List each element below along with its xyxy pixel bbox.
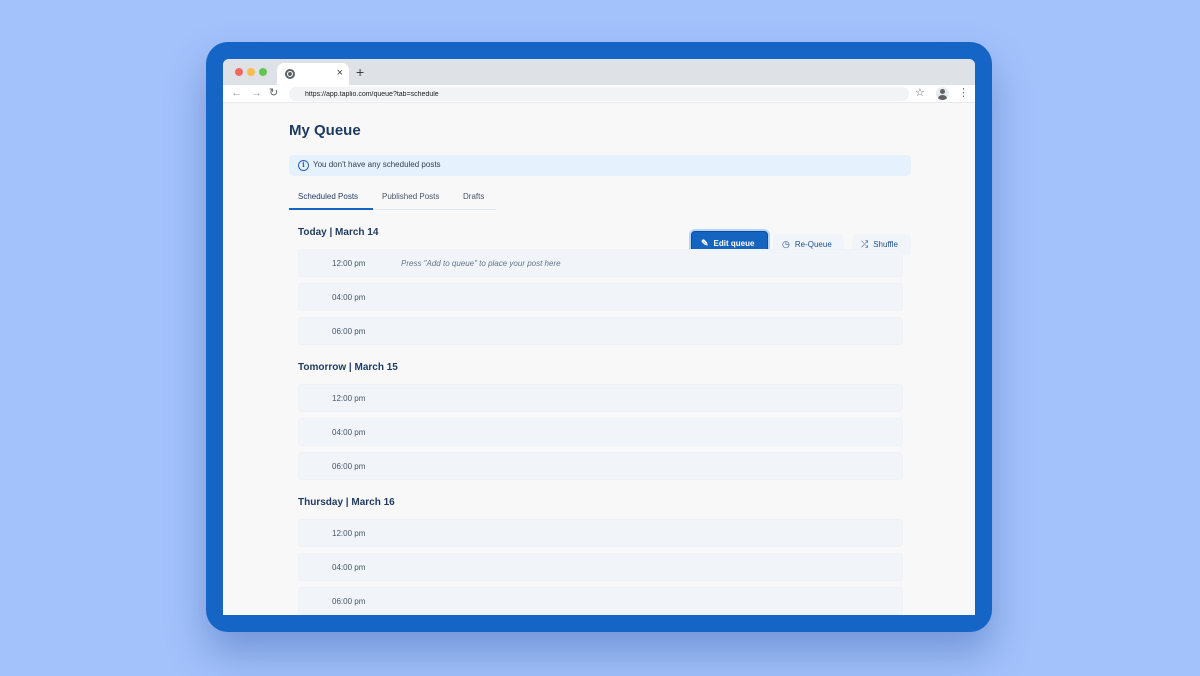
time-slot[interactable]: 04:00 pm [298,418,903,446]
back-arrow-icon[interactable]: ← [231,87,242,100]
new-tab-button[interactable]: + [356,64,364,80]
time-slot[interactable]: 12:00 pm [298,519,903,547]
browser-toolbar: ← → ↻ ☆ ⋮ [223,85,975,103]
shuffle-icon: ⤮ [861,239,869,249]
window-close-button[interactable] [235,68,243,76]
time-slot[interactable]: 04:00 pm [298,283,903,311]
info-icon: i [298,160,309,171]
edit-icon: ✎ [701,237,709,248]
page-content: My Queue i You don't have any scheduled … [223,103,975,615]
slot-time: 12:00 pm [332,529,366,538]
chrome-favicon-icon [285,69,295,79]
time-slot[interactable]: 12:00 pm Press "Add to queue" to place y… [298,249,903,277]
time-slot[interactable]: 06:00 pm [298,587,903,615]
browser-tab[interactable]: × [277,63,349,85]
time-slot[interactable]: 06:00 pm [298,317,903,345]
day-title-today: Today | March 14 [298,227,379,238]
star-icon[interactable]: ☆ [915,86,925,100]
window-minimize-button[interactable] [247,68,255,76]
empty-queue-notice: i You don't have any scheduled posts [289,155,911,176]
day-title-tomorrow: Tomorrow | March 15 [298,362,398,373]
tab-published-posts[interactable]: Published Posts [382,192,439,201]
time-slot[interactable]: 04:00 pm [298,553,903,581]
requeue-label: Re-Queue [794,240,832,249]
slot-time: 04:00 pm [332,293,366,302]
queue-tabs: Scheduled Posts Published Posts Drafts [289,188,496,210]
browser-tab-bar: × + [223,59,975,85]
slot-time: 04:00 pm [332,428,366,437]
shuffle-label: Shuffle [873,240,898,249]
tab-close-icon[interactable]: × [337,66,343,80]
tab-scheduled-posts[interactable]: Scheduled Posts [298,192,358,201]
kebab-menu-icon[interactable]: ⋮ [958,86,969,100]
edit-queue-label: Edit queue [713,238,755,248]
notice-text: You don't have any scheduled posts [313,160,441,169]
profile-icon[interactable] [936,87,949,100]
slot-time: 06:00 pm [332,327,366,336]
tab-drafts[interactable]: Drafts [463,192,484,201]
requeue-icon: ◷ [782,239,790,249]
forward-arrow-icon[interactable]: → [251,87,262,100]
slot-time: 04:00 pm [332,563,366,572]
slot-time: 06:00 pm [332,462,366,471]
slot-time: 06:00 pm [332,597,366,606]
address-bar[interactable] [289,87,909,101]
page-title: My Queue [289,122,361,139]
time-slot[interactable]: 06:00 pm [298,452,903,480]
slot-time: 12:00 pm [332,394,366,403]
slot-time: 12:00 pm [332,259,366,268]
slot-hint: Press "Add to queue" to place your post … [401,259,561,268]
reload-icon[interactable]: ↻ [269,87,278,100]
day-title-thursday: Thursday | March 16 [298,497,395,508]
active-tab-indicator [289,208,373,210]
window-maximize-button[interactable] [259,68,267,76]
browser-window: × + ← → ↻ ☆ ⋮ My Queue i You don't have … [223,59,975,615]
time-slot[interactable]: 12:00 pm [298,384,903,412]
